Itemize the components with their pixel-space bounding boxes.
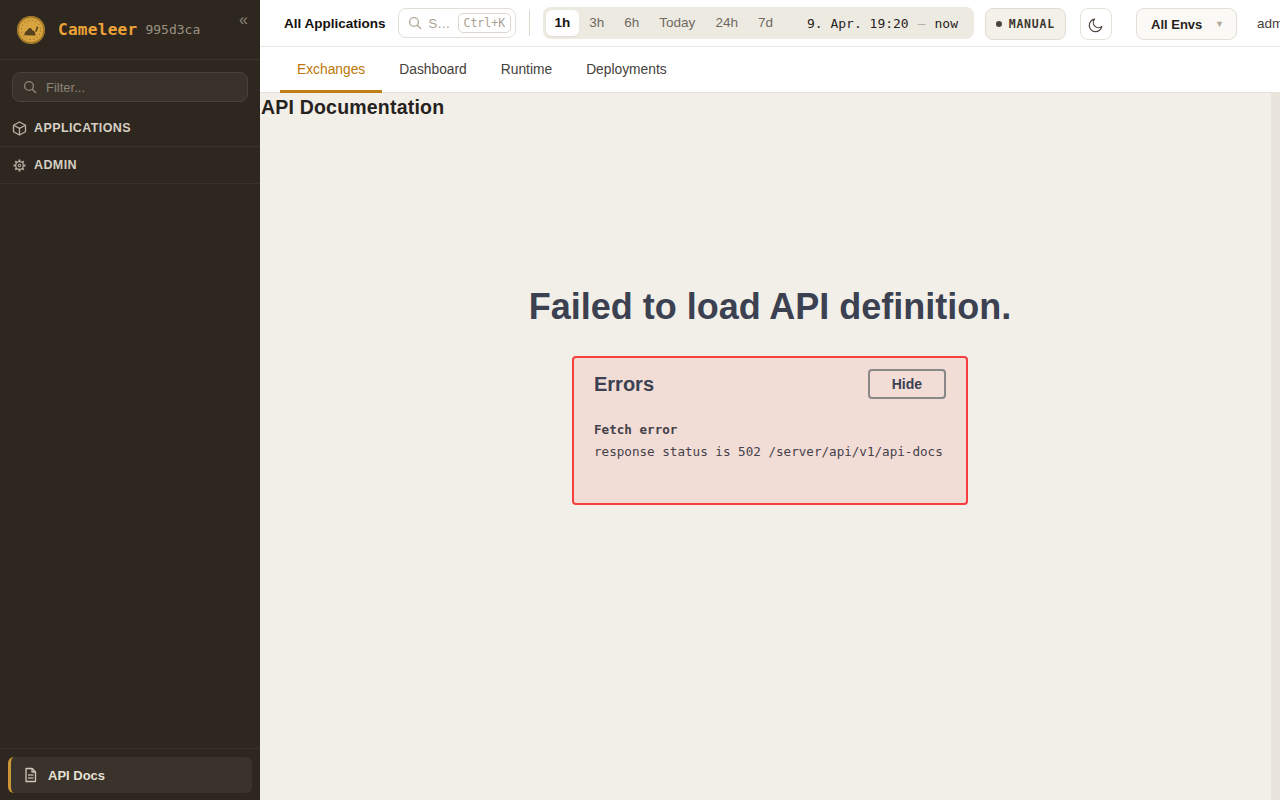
error-heading: Failed to load API definition. [260,286,1280,328]
tab-label: Deployments [586,62,667,77]
errors-panel: Errors Hide Fetch error response status … [572,356,968,505]
errors-panel-title: Errors [594,373,654,396]
tab-bar: Exchanges Dashboard Runtime Deployments [260,47,1280,93]
brand-name: Cameleer [58,20,137,39]
error-name: Fetch error [594,422,946,437]
manual-refresh-button[interactable]: MANUAL [985,8,1066,40]
sidebar-header: Cameleer 995d3ca « [0,0,260,60]
sidebar-footer: API Docs [0,748,260,800]
main-area: All Applications Ctrl+K 1h 3h 6h Today 2… [260,0,1280,800]
gear-icon [12,158,27,173]
sidebar-item-label: APPLICATIONS [34,121,131,135]
hide-button[interactable]: Hide [868,369,946,399]
document-icon [23,767,38,783]
env-selected-label: All Envs [1151,17,1202,32]
tab-runtime[interactable]: Runtime [484,47,569,92]
chevron-down-icon: ▼ [1215,19,1224,29]
sidebar-item-label: ADMIN [34,158,77,172]
time-range-1h[interactable]: 1h [546,10,580,36]
topbar: All Applications Ctrl+K 1h 3h 6h Today 2… [260,0,1280,47]
sidebar-item-api-docs[interactable]: API Docs [8,757,252,793]
cube-icon [12,121,27,136]
sidebar-item-admin[interactable]: ADMIN [0,147,260,184]
user-name: admin [1257,16,1280,31]
search-icon [408,16,422,30]
tab-exchanges[interactable]: Exchanges [280,47,382,92]
dark-mode-toggle[interactable] [1080,8,1112,40]
moon-icon [1088,16,1105,33]
topbar-title: All Applications [284,16,386,31]
page-title: API Documentation [260,93,1280,119]
sidebar: Cameleer 995d3ca « APPLICATIONS ADMIN AP… [0,0,260,800]
errors-panel-header: Errors Hide [594,369,946,399]
tab-label: Dashboard [399,62,467,77]
search-shortcut-kbd: Ctrl+K [458,13,512,33]
tab-dashboard[interactable]: Dashboard [382,47,484,92]
time-to[interactable]: now [935,16,958,31]
tab-label: Runtime [501,62,552,77]
cameleer-logo-icon [16,15,46,45]
time-range-6h[interactable]: 6h [614,10,649,36]
topbar-divider [529,10,530,36]
sidebar-collapse-icon[interactable]: « [239,11,248,29]
filter-input[interactable] [44,79,237,96]
sidebar-spacer [0,184,260,748]
search-icon [23,80,37,94]
content-area: API Documentation Failed to load API def… [260,93,1280,800]
sidebar-filter[interactable] [12,72,248,102]
time-range-3h[interactable]: 3h [579,10,614,36]
time-range-24h[interactable]: 24h [705,10,748,36]
sidebar-item-applications[interactable]: APPLICATIONS [0,110,260,147]
search-box[interactable]: Ctrl+K [398,8,516,38]
time-range-group: 1h 3h 6h Today 24h 7d 9. Apr. 19:20 – no… [543,7,974,39]
time-range-today[interactable]: Today [649,10,705,36]
scrollbar[interactable] [1271,93,1280,800]
manual-label: MANUAL [1009,17,1055,31]
time-from[interactable]: 9. Apr. 19:20 [807,16,909,31]
env-selector[interactable]: All Envs ▼ [1136,8,1237,40]
search-input[interactable] [427,15,453,32]
time-range-7d[interactable]: 7d [748,10,783,36]
sidebar-item-label: API Docs [48,768,105,783]
brand-version: 995d3ca [145,22,200,37]
time-separator: – [918,16,926,31]
manual-dot-icon [996,21,1002,27]
error-message: response status is 502 /server/api/v1/ap… [594,444,946,459]
tab-label: Exchanges [297,62,365,77]
tab-deployments[interactable]: Deployments [569,47,684,92]
